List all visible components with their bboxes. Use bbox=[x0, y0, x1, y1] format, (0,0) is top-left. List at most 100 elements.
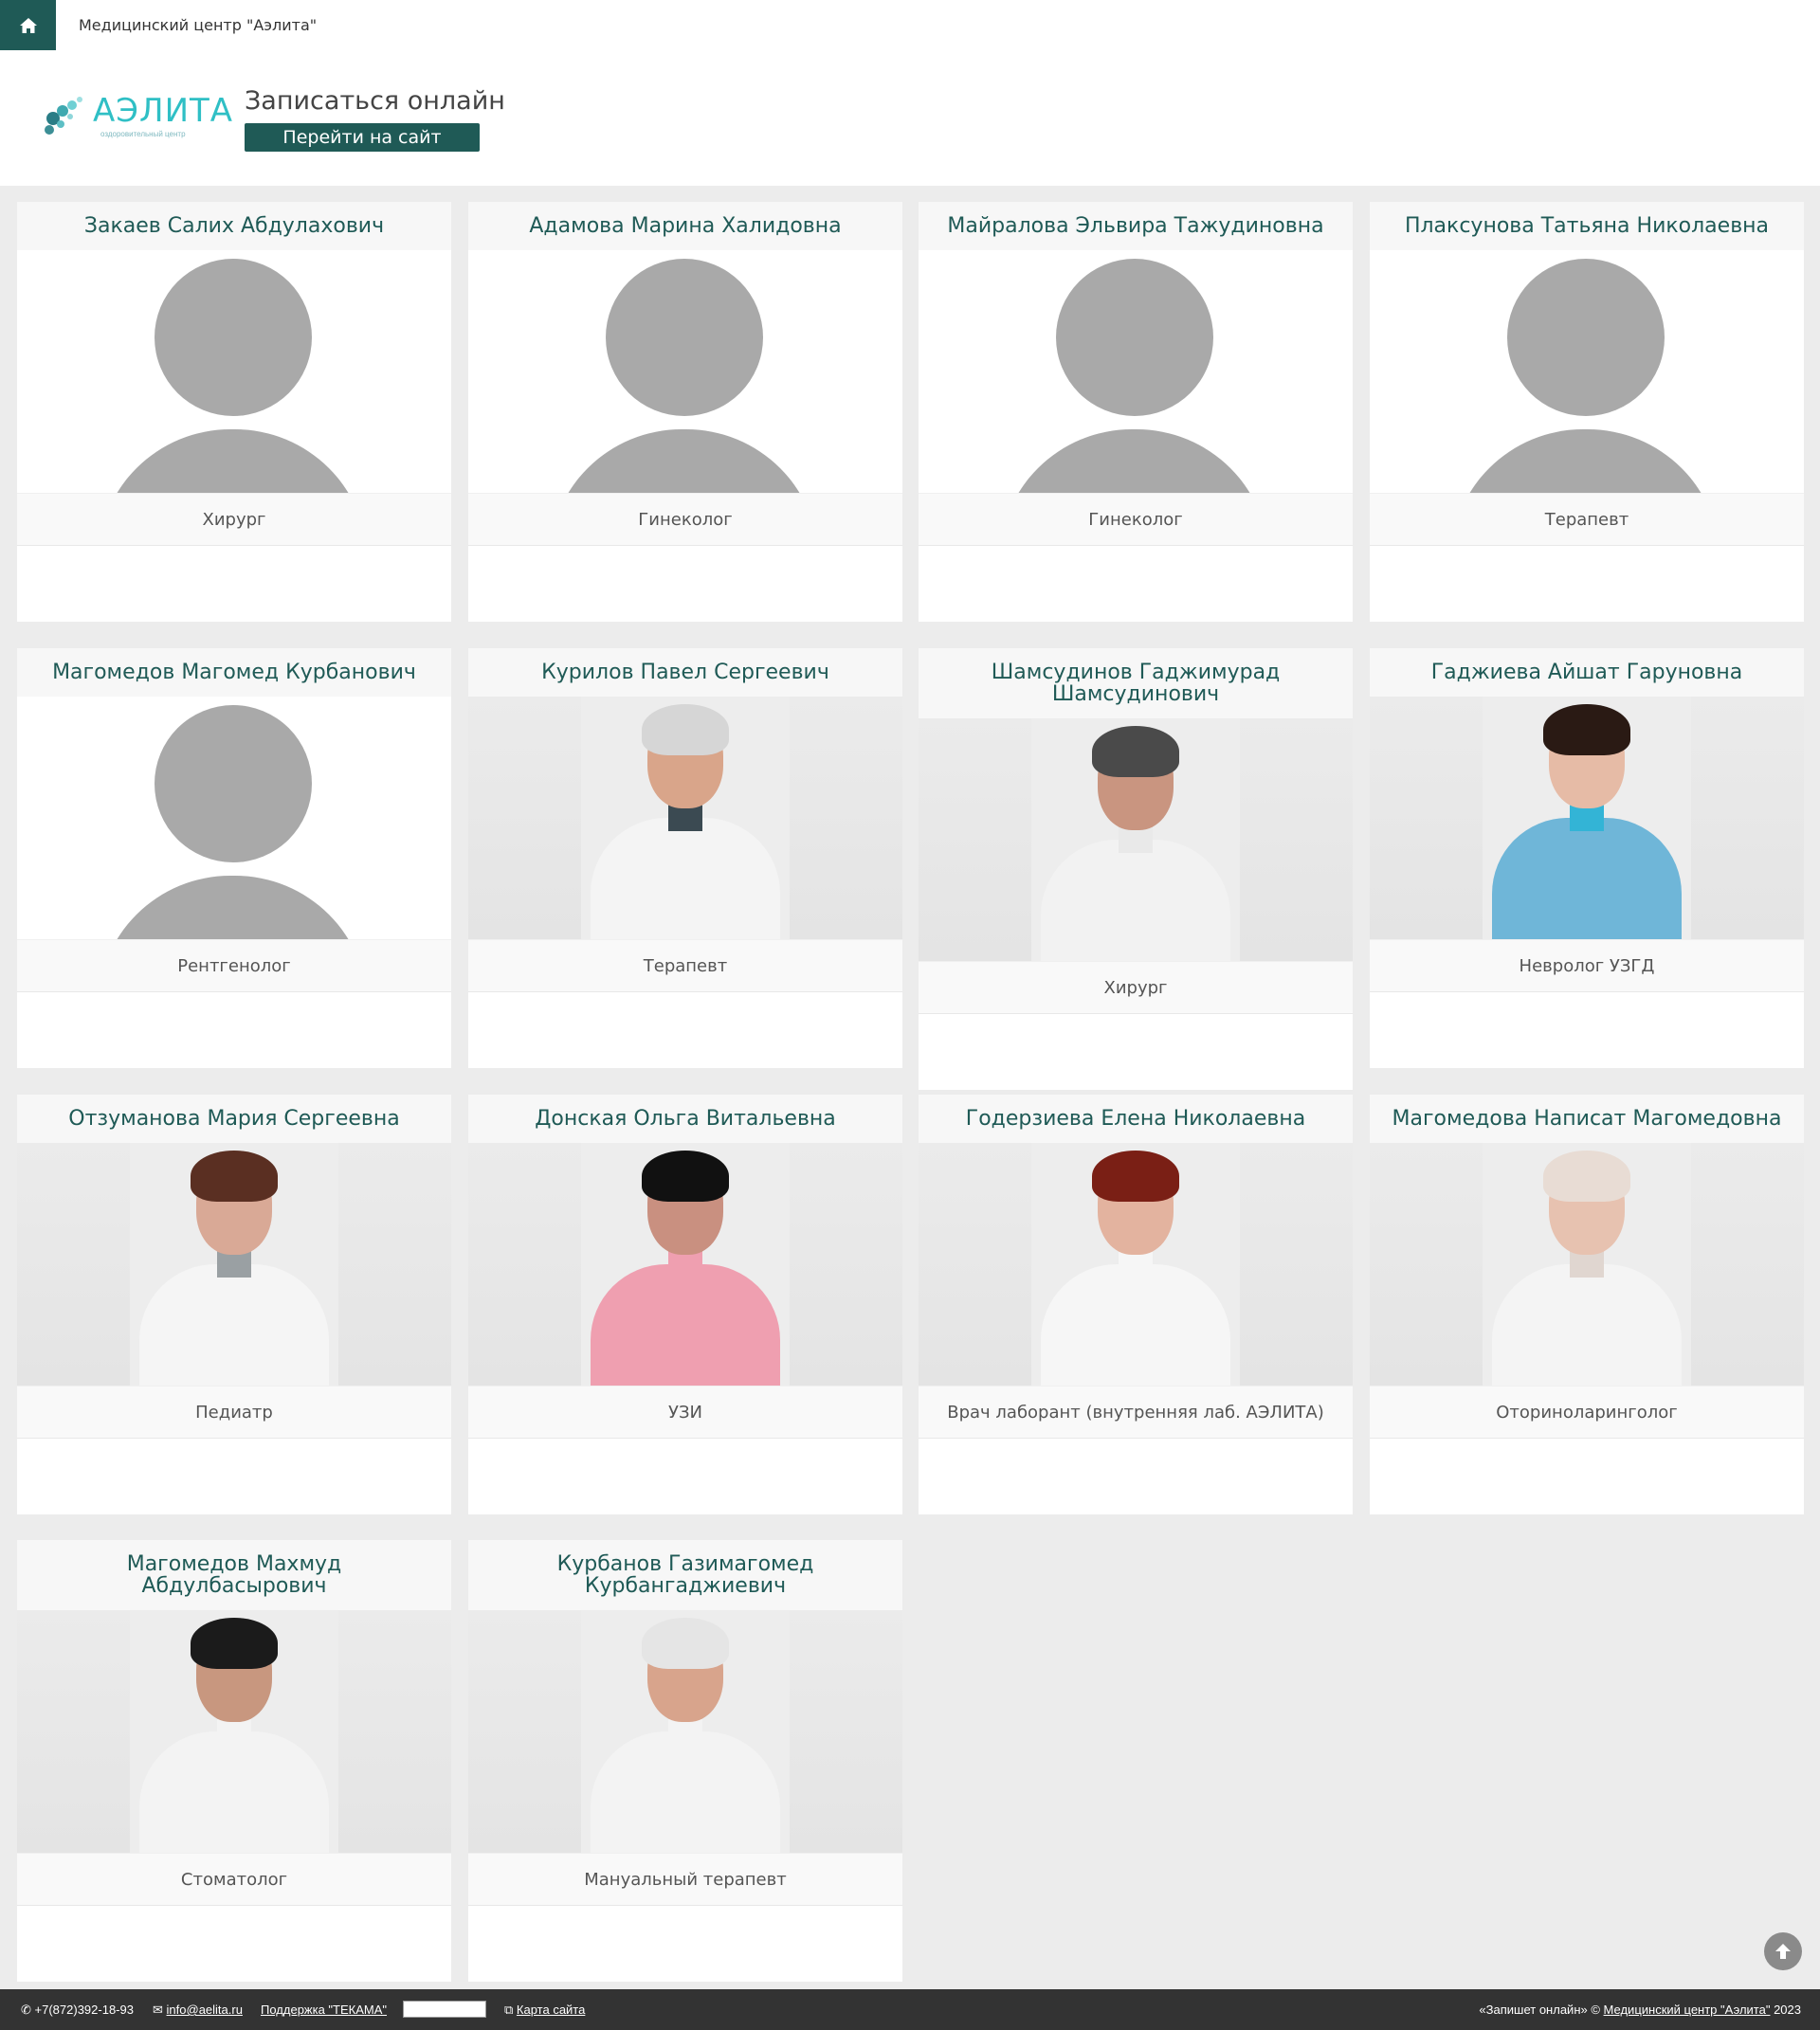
site-name[interactable]: Медицинский центр "Аэлита" bbox=[79, 16, 317, 34]
doctor-photo[interactable] bbox=[17, 1143, 451, 1386]
doctor-name[interactable]: Плаксунова Татьяна Николаевна bbox=[1370, 202, 1804, 250]
doctor-specialty: Терапевт bbox=[468, 939, 902, 992]
doctor-photo[interactable] bbox=[468, 1610, 902, 1853]
portrait-image bbox=[1483, 1143, 1691, 1386]
card-footer bbox=[1370, 992, 1804, 1068]
doctor-name[interactable]: Донская Ольга Витальевна bbox=[468, 1095, 902, 1143]
doctor-card[interactable]: Шамсудинов Гаджимурад Шамсудинович Хирург bbox=[919, 648, 1353, 1090]
card-footer bbox=[17, 992, 451, 1068]
doctor-name[interactable]: Магомедов Махмуд Абдулбасырович bbox=[17, 1540, 451, 1610]
doctor-name[interactable]: Адамова Марина Халидовна bbox=[468, 202, 902, 250]
home-button[interactable] bbox=[0, 0, 56, 50]
doctor-card[interactable]: Донская Ольга Витальевна УЗИ bbox=[468, 1095, 902, 1514]
avatar-placeholder-icon[interactable] bbox=[468, 250, 902, 493]
portrait-hair bbox=[642, 1618, 729, 1669]
avatar-head bbox=[1056, 259, 1213, 416]
avatar-placeholder-icon[interactable] bbox=[919, 250, 1353, 493]
doctor-name[interactable]: Гаджиева Айшат Гаруновна bbox=[1370, 648, 1804, 697]
doctor-card[interactable]: Гаджиева Айшат Гаруновна Невролог УЗГД bbox=[1370, 648, 1804, 1068]
avatar-placeholder-icon[interactable] bbox=[1370, 250, 1804, 493]
doctor-photo[interactable] bbox=[17, 1610, 451, 1853]
doctor-name[interactable]: Магомедов Магомед Курбанович bbox=[17, 648, 451, 697]
doctor-name[interactable]: Годерзиева Елена Николаевна bbox=[919, 1095, 1353, 1143]
support-link[interactable]: Поддержка "ТЕКАМА" bbox=[261, 2003, 387, 2017]
doctor-specialty: Невролог УЗГД bbox=[1370, 939, 1804, 992]
avatar-placeholder-icon[interactable] bbox=[17, 250, 451, 493]
doctor-photo[interactable] bbox=[1370, 1143, 1804, 1386]
card-footer bbox=[17, 546, 451, 622]
doctor-card[interactable]: Магомедова Написат Магомедовна Оторинолар… bbox=[1370, 1095, 1804, 1514]
portrait-body bbox=[1041, 1264, 1230, 1386]
card-footer bbox=[17, 1439, 451, 1514]
page-title: Записаться онлайн bbox=[245, 86, 505, 116]
card-footer bbox=[468, 1906, 902, 1982]
card-footer bbox=[17, 1906, 451, 1982]
doctor-card[interactable]: Магомедов Махмуд Абдулбасырович Стоматоло… bbox=[17, 1540, 451, 1982]
portrait-hair bbox=[642, 704, 729, 755]
portrait-image bbox=[130, 1143, 338, 1386]
sitemap-icon: ⧉ bbox=[504, 2003, 514, 2017]
top-bar: Медицинский центр "Аэлита" bbox=[0, 0, 1820, 50]
doctor-specialty: Хирург bbox=[919, 961, 1353, 1014]
doctor-specialty: УЗИ bbox=[468, 1386, 902, 1439]
doctor-name[interactable]: Курбанов Газимагомед Курбангаджиевич bbox=[468, 1540, 902, 1610]
portrait-body bbox=[1492, 818, 1682, 939]
doctor-card[interactable]: Курилов Павел Сергеевич Терапевт bbox=[468, 648, 902, 1068]
portrait-hair bbox=[1092, 726, 1179, 777]
copyright-link[interactable]: Медицинский центр "Аэлита" bbox=[1604, 2003, 1771, 2017]
doctor-specialty: Врач лаборант (внутренняя лаб. АЭЛИТА) bbox=[919, 1386, 1353, 1439]
doctor-photo[interactable] bbox=[468, 697, 902, 939]
avatar-body bbox=[98, 876, 368, 939]
doctor-card[interactable]: Плаксунова Татьяна Николаевна Терапевт bbox=[1370, 202, 1804, 622]
portrait-hair bbox=[191, 1151, 278, 1202]
card-footer bbox=[919, 546, 1353, 622]
visit-counter[interactable] bbox=[403, 2001, 486, 2018]
portrait-image bbox=[1031, 1143, 1240, 1386]
avatar-head bbox=[606, 259, 763, 416]
doctor-card[interactable]: Магомедов Магомед Курбанович Рентгенолог bbox=[17, 648, 451, 1068]
avatar-body bbox=[549, 429, 819, 493]
scroll-top-button[interactable] bbox=[1764, 1932, 1802, 1970]
portrait-hair bbox=[642, 1151, 729, 1202]
avatar-body bbox=[999, 429, 1269, 493]
doctor-photo[interactable] bbox=[468, 1143, 902, 1386]
doctor-name[interactable]: Курилов Павел Сергеевич bbox=[468, 648, 902, 697]
portrait-hair bbox=[1543, 704, 1630, 755]
footer-email[interactable]: ✉ info@aelita.ru bbox=[153, 2003, 243, 2018]
sitemap-link[interactable]: Карта сайта bbox=[517, 2003, 585, 2017]
doctor-photo[interactable] bbox=[1370, 697, 1804, 939]
avatar-placeholder-icon[interactable] bbox=[17, 697, 451, 939]
doctor-card[interactable]: Годерзиева Елена Николаевна Врач лаборант… bbox=[919, 1095, 1353, 1514]
doctor-name[interactable]: Отзуманова Мария Сергеевна bbox=[17, 1095, 451, 1143]
portrait-image bbox=[1483, 697, 1691, 939]
doctor-name[interactable]: Майралова Эльвира Тажудиновна bbox=[919, 202, 1353, 250]
logo-emblem-icon bbox=[45, 97, 82, 135]
doctor-name[interactable]: Шамсудинов Гаджимурад Шамсудинович bbox=[919, 648, 1353, 718]
portrait-hair bbox=[1092, 1151, 1179, 1202]
doctor-specialty: Гинеколог bbox=[468, 493, 902, 546]
logo-subtitle: оздоровительный центр bbox=[100, 130, 186, 138]
portrait-image bbox=[581, 1610, 790, 1853]
phone-number: +7(872)392-18-93 bbox=[34, 2003, 134, 2017]
doctor-name[interactable]: Магомедова Написат Магомедовна bbox=[1370, 1095, 1804, 1143]
logo[interactable]: АЭЛИТА оздоровительный центр bbox=[38, 90, 232, 147]
footer-sitemap[interactable]: ⧉ Карта сайта bbox=[504, 2003, 585, 2018]
avatar-head bbox=[155, 705, 312, 862]
portrait-body bbox=[591, 1731, 780, 1853]
card-footer bbox=[468, 1439, 902, 1514]
email-link[interactable]: info@aelita.ru bbox=[167, 2003, 243, 2017]
portrait-image bbox=[581, 697, 790, 939]
doctor-card[interactable]: Закаев Салих Абдулахович Хирург bbox=[17, 202, 451, 622]
doctor-photo[interactable] bbox=[919, 718, 1353, 961]
avatar-head bbox=[1507, 259, 1665, 416]
card-footer bbox=[468, 546, 902, 622]
avatar-head bbox=[155, 259, 312, 416]
doctor-card[interactable]: Адамова Марина Халидовна Гинеколог bbox=[468, 202, 902, 622]
go-to-site-button[interactable]: Перейти на сайт bbox=[245, 123, 480, 152]
doctor-photo[interactable] bbox=[919, 1143, 1353, 1386]
doctor-card[interactable]: Отзуманова Мария Сергеевна Педиатр bbox=[17, 1095, 451, 1514]
doctor-name[interactable]: Закаев Салих Абдулахович bbox=[17, 202, 451, 250]
doctor-card[interactable]: Майралова Эльвира Тажудиновна Гинеколог bbox=[919, 202, 1353, 622]
doctor-card[interactable]: Курбанов Газимагомед Курбангаджиевич Ману… bbox=[468, 1540, 902, 1982]
doctor-specialty: Педиатр bbox=[17, 1386, 451, 1439]
